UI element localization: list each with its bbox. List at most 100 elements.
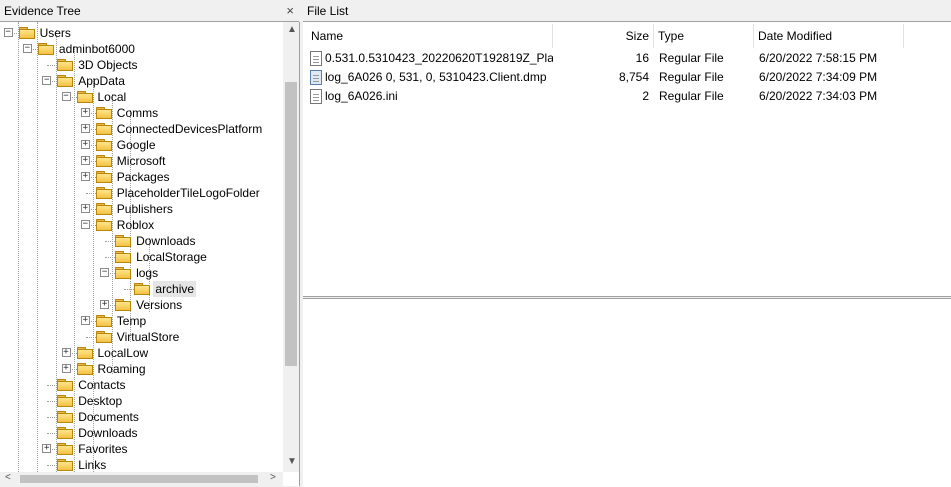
tree-item[interactable]: Desktop (0, 393, 283, 409)
tree-item[interactable]: − adminbot6000 (0, 41, 283, 57)
tree-item[interactable]: LocalStorage (0, 249, 283, 265)
expand-icon[interactable]: + (80, 140, 90, 149)
tree-item[interactable]: Documents (0, 409, 283, 425)
tree-item[interactable]: − AppData (0, 73, 283, 89)
tree-item[interactable]: − Roblox (0, 217, 283, 233)
tree-item-label: Temp (116, 314, 147, 328)
file-row[interactable]: 0.531.0.5310423_20220620T192819Z_Playe..… (303, 49, 951, 68)
expand-icon[interactable]: + (61, 364, 71, 373)
tree-connector (47, 433, 58, 434)
tree-item[interactable]: + Packages (0, 169, 283, 185)
tree-horizontal-scrollbar[interactable]: < > (0, 472, 283, 486)
file-row[interactable]: log_6A026 0, 531, 0, 5310423.Client.dmp 8… (303, 68, 951, 87)
tree-item[interactable]: + Google (0, 137, 283, 153)
tree-item[interactable]: + Temp (0, 313, 283, 329)
expand-icon[interactable]: + (80, 316, 90, 325)
tree-item[interactable]: 3D Objects (0, 57, 283, 73)
expand-icon[interactable]: + (80, 124, 90, 133)
column-size[interactable]: Size (553, 24, 654, 48)
tree-item[interactable]: + Publishers (0, 201, 283, 217)
tree-item-label: logs (136, 266, 159, 280)
scroll-up-icon[interactable]: ▲ (287, 24, 297, 35)
folder-icon (76, 347, 93, 359)
file-size: 2 (642, 89, 649, 103)
folder-icon (115, 251, 132, 263)
folder-icon (57, 443, 74, 455)
tree-connector (47, 65, 58, 66)
text-file-icon (310, 51, 322, 66)
tree-item[interactable]: Downloads (0, 233, 283, 249)
tree-connector (105, 241, 116, 242)
tree-item[interactable]: + Microsoft (0, 153, 283, 169)
expand-icon[interactable]: + (42, 444, 52, 453)
collapse-icon[interactable]: − (42, 76, 52, 85)
tree-item-label: adminbot6000 (58, 42, 135, 56)
file-type: Regular File (659, 51, 724, 65)
tree-item-label: 3D Objects (78, 58, 138, 72)
tree-item[interactable]: archive (0, 281, 283, 297)
tree-item-label: Roblox (116, 218, 155, 232)
tree-item-label: Roaming (97, 362, 146, 376)
tree-item-label: Downloads (136, 234, 196, 248)
tree-item-label: Packages (116, 170, 170, 184)
tree-item[interactable]: + LocalLow (0, 345, 283, 361)
file-name: log_6A026.ini (325, 89, 398, 103)
folder-icon (95, 139, 112, 151)
tree-item-label: AppData (78, 74, 125, 88)
expand-icon[interactable]: + (61, 348, 71, 357)
file-name: 0.531.0.5310423_20220620T192819Z_Playe..… (325, 51, 553, 65)
tree-item-label: Contacts (78, 378, 126, 392)
tree-item-label: PlaceholderTileLogoFolder (116, 186, 260, 200)
file-row[interactable]: log_6A026.ini 2 Regular File 6/20/2022 7:34… (303, 87, 951, 106)
column-type[interactable]: Type (654, 24, 754, 48)
collapse-icon[interactable]: − (3, 28, 13, 37)
evidence-tree[interactable]: − Users − adminbot6000 3D Objects − AppData − Lo… (0, 22, 300, 486)
folder-icon (95, 123, 112, 135)
tree-item[interactable]: VirtualStore (0, 329, 283, 345)
tree-item[interactable]: Contacts (0, 377, 283, 393)
scroll-down-icon[interactable]: ▼ (287, 456, 297, 467)
tree-item-label: Links (78, 458, 107, 472)
close-icon[interactable]: × (286, 0, 294, 22)
tree-item[interactable]: − logs (0, 265, 283, 281)
collapse-icon[interactable]: − (22, 44, 32, 53)
file-type: Regular File (659, 70, 724, 84)
scroll-left-icon[interactable]: < (5, 472, 11, 483)
tree-item-label: Comms (116, 106, 159, 120)
column-name[interactable]: Name (303, 24, 553, 48)
folder-icon (76, 363, 93, 375)
tree-item[interactable]: + Comms (0, 105, 283, 121)
tree-horizontal-scroll-thumb[interactable] (20, 475, 258, 483)
folder-icon (76, 91, 93, 103)
tree-item[interactable]: + Favorites (0, 441, 283, 457)
expand-icon[interactable]: + (80, 172, 90, 181)
collapse-icon[interactable]: − (61, 92, 71, 101)
dump-file-icon (310, 70, 322, 85)
tree-vertical-scrollbar[interactable]: ▲ ▼ (283, 22, 299, 472)
folder-icon (115, 299, 132, 311)
tree-item[interactable]: Downloads (0, 425, 283, 441)
folder-icon (37, 43, 54, 55)
folder-icon (134, 283, 151, 295)
tree-item[interactable]: + Roaming (0, 361, 283, 377)
tree-item[interactable]: Links (0, 457, 283, 473)
collapse-icon[interactable]: − (100, 268, 110, 277)
expand-icon[interactable]: + (80, 108, 90, 117)
tree-item[interactable]: + ConnectedDevicesPlatform (0, 121, 283, 137)
column-date-modified[interactable]: Date Modified (754, 24, 904, 48)
tree-item[interactable]: + Versions (0, 297, 283, 313)
expand-icon[interactable]: + (100, 300, 110, 309)
collapse-icon[interactable]: − (80, 220, 90, 229)
tree-vertical-scroll-thumb[interactable] (285, 82, 297, 366)
file-list[interactable]: Name Size Type Date Modified 0.531.0.531… (303, 22, 951, 297)
tree-item-label: Users (39, 26, 71, 40)
scroll-right-icon[interactable]: > (270, 472, 276, 483)
file-name: log_6A026 0, 531, 0, 5310423.Client.dmp (325, 70, 547, 84)
expand-icon[interactable]: + (80, 156, 90, 165)
tree-item[interactable]: − Users (0, 25, 283, 41)
file-size: 8,754 (618, 70, 649, 84)
tree-item-label: Versions (136, 298, 183, 312)
expand-icon[interactable]: + (80, 204, 90, 213)
tree-item[interactable]: − Local (0, 89, 283, 105)
tree-item[interactable]: PlaceholderTileLogoFolder (0, 185, 283, 201)
